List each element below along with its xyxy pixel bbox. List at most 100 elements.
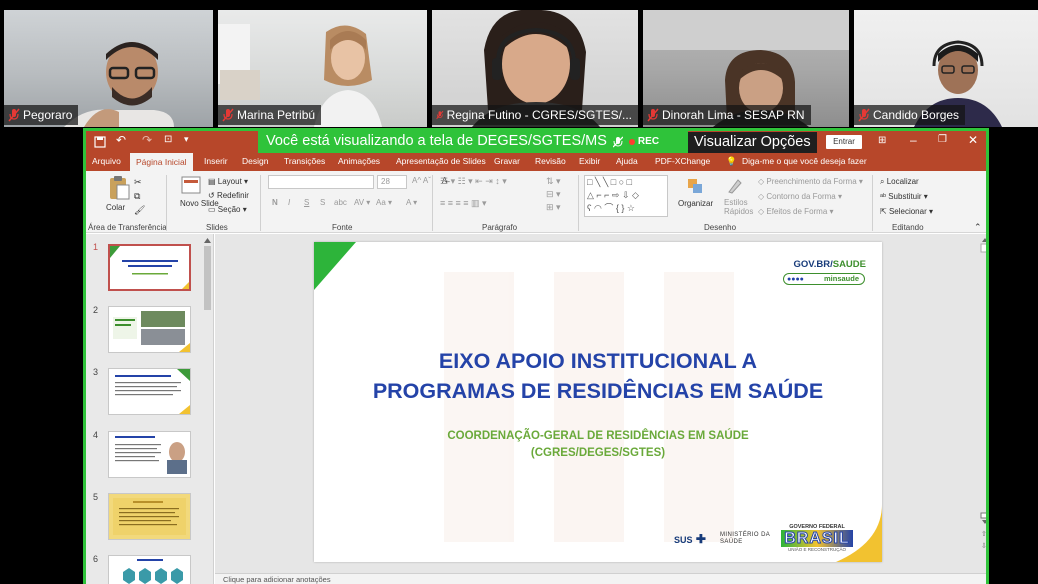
copy-icon[interactable]: ⧉ xyxy=(134,191,140,202)
tab-pagina-inicial[interactable]: Página Inicial xyxy=(130,153,193,171)
tab-apresentacao[interactable]: Apresentação de Slides xyxy=(396,156,486,166)
slide-thumbnail-6[interactable] xyxy=(108,555,191,584)
arrange-label[interactable]: Organizar xyxy=(678,199,713,208)
ribbon-home: Colar ✂ ⧉ 🖌 Área de Transferência Novo S… xyxy=(86,171,986,233)
paste-icon[interactable] xyxy=(108,175,130,201)
thumbnail-number: 1 xyxy=(93,242,99,252)
case-button[interactable]: Aa ▾ xyxy=(376,198,392,207)
close-icon[interactable]: ✕ xyxy=(968,133,978,147)
slide-subtitle: COORDENAÇÃO-GERAL DE RESIDÊNCIAS EM SAÚD… xyxy=(447,430,749,459)
tab-ajuda[interactable]: Ajuda xyxy=(616,156,638,166)
shape-effects-button[interactable]: ◇ Efeitos de Forma ▾ xyxy=(758,207,834,216)
replace-button[interactable]: ᵃᵇ Substituir ▾ xyxy=(880,192,928,201)
select-button[interactable]: ⇱ Selecionar ▾ xyxy=(880,207,933,216)
slide-scrollbar[interactable]: ⇧ ⇩ xyxy=(980,234,989,572)
shapes-gallery[interactable]: □ ╲ ╲ □ ○ □ △ ⌐ ⌐ ⇨ ⇩ ◇ ʕ ◠ ⌒ { } ☆ xyxy=(584,175,668,217)
tab-pdf-xchange[interactable]: PDF-XChange xyxy=(655,156,710,166)
font-family-select[interactable] xyxy=(268,175,374,189)
italic-button[interactable]: I xyxy=(288,198,290,207)
format-painter-icon[interactable]: 🖌 xyxy=(134,205,145,216)
editing-group-label: Editando xyxy=(892,223,924,232)
governo-federal-logo: GOVERNO FEDERAL BRASIL UNIÃO E RECONSTRU… xyxy=(781,524,853,552)
quick-styles-icon[interactable] xyxy=(726,177,744,195)
slide-thumbnail-2[interactable] xyxy=(108,306,191,353)
text-direction-icon[interactable]: ⇅ ▾ xyxy=(546,176,561,187)
thumbnail-scrollbar[interactable] xyxy=(203,236,212,584)
tab-exibir[interactable]: Exibir xyxy=(579,156,600,166)
smartart-icon[interactable]: ⊞ ▾ xyxy=(546,202,561,213)
ministry-logo: MINISTÉRIO DA SAÚDE xyxy=(720,532,770,545)
participant-nameplate: Dinorah Lima - SESAP RN xyxy=(643,105,811,125)
minimize-icon[interactable]: – xyxy=(910,133,917,147)
quick-styles-label[interactable]: Estilos Rápidos xyxy=(724,198,753,216)
tab-inserir[interactable]: Inserir xyxy=(204,156,228,166)
participant-nameplate: Regina Futino - CGRES/SGTES/... xyxy=(432,105,638,125)
redo-icon[interactable]: ↷ xyxy=(142,133,152,147)
tell-me-search[interactable]: Diga-me o que você deseja fazer xyxy=(742,156,867,166)
customize-toolbar-icon[interactable]: ▾ xyxy=(184,134,189,145)
slide-thumbnail-1[interactable] xyxy=(108,244,191,291)
strikethrough-button[interactable]: abc xyxy=(334,198,347,207)
bullets-icon[interactable]: ☰ ▾ ☷ ▾ ⇤ ⇥ ↕ ▾ xyxy=(440,176,507,187)
ribbon-divider xyxy=(578,175,579,231)
shape-outline-button[interactable]: ◇ Contorno da Forma ▾ xyxy=(758,192,842,201)
paste-label[interactable]: Colar xyxy=(106,203,125,212)
layout-button[interactable]: ▤ Layout ▾ xyxy=(208,177,248,186)
font-group-label: Fonte xyxy=(332,223,353,232)
sign-in-button[interactable]: Entrar xyxy=(826,135,862,149)
bold-button[interactable]: N xyxy=(272,198,278,207)
participant-video xyxy=(64,42,174,127)
shadow-button[interactable]: S xyxy=(320,198,325,207)
new-slide-icon[interactable] xyxy=(181,175,201,197)
participant-tile-candido[interactable]: Candido Borges xyxy=(854,10,1038,127)
thumbnail-number: 5 xyxy=(93,492,99,502)
align-icon[interactable]: ≡ ≡ ≡ ≡ ▥ ▾ xyxy=(440,198,487,209)
tab-animacoes[interactable]: Animações xyxy=(338,156,380,166)
ribbon-display-icon[interactable]: ⊞ xyxy=(878,135,886,146)
view-options-button[interactable]: Visualizar Opções xyxy=(688,132,817,153)
cut-icon[interactable]: ✂ xyxy=(134,177,142,188)
font-color-button[interactable]: A ▾ xyxy=(406,198,417,207)
participant-name: Marina Petribú xyxy=(237,108,316,122)
mic-muted-icon xyxy=(647,108,659,122)
participant-tile-pegoraro[interactable]: Pegoraro xyxy=(4,10,213,127)
slide-thumbnail-5[interactable] xyxy=(108,493,191,540)
slide-thumbnail-4[interactable] xyxy=(108,431,191,478)
participant-tile-dinorah[interactable]: Dinorah Lima - SESAP RN xyxy=(643,10,849,127)
thumbnail-number: 3 xyxy=(93,367,99,377)
section-button[interactable]: ▭ Seção ▾ xyxy=(208,205,247,214)
notes-pane[interactable]: Clique para adicionar anotações xyxy=(215,573,986,584)
tab-arquivo[interactable]: Arquivo xyxy=(92,156,121,166)
tab-design[interactable]: Design xyxy=(242,156,268,166)
reset-button[interactable]: ↺ Redefinir xyxy=(208,191,249,200)
present-icon[interactable]: ⊡ xyxy=(164,134,172,145)
tab-revisao[interactable]: Revisão xyxy=(535,156,566,166)
tab-gravar[interactable]: Gravar xyxy=(494,156,520,166)
mic-muted-icon xyxy=(222,108,234,122)
ribbon-divider xyxy=(260,175,261,231)
sus-logo: SUS ✚ xyxy=(674,532,706,546)
increase-font-icon[interactable]: A^ Aˇ xyxy=(412,176,431,185)
underline-button[interactable]: S xyxy=(304,198,309,207)
find-button[interactable]: ⌕ Localizar xyxy=(880,177,919,187)
font-size-select[interactable]: 28 xyxy=(377,175,407,189)
shape-fill-button[interactable]: ◇ Preenchimento da Forma ▾ xyxy=(758,177,863,186)
slides-group-label: Slides xyxy=(206,223,228,232)
participant-tile-regina[interactable]: Regina Futino - CGRES/SGTES/... xyxy=(432,10,638,127)
thumbnail-preview xyxy=(113,311,190,352)
participant-tile-marina[interactable]: Marina Petribú xyxy=(218,10,427,127)
align-text-icon[interactable]: ⊟ ▾ xyxy=(546,189,561,200)
save-icon[interactable] xyxy=(94,136,106,148)
current-slide[interactable]: GOV.BR/SAUDE ●●●● minsaude EIXO APOIO IN… xyxy=(314,242,882,562)
restore-icon[interactable]: ❐ xyxy=(938,134,947,145)
slide-editor: GOV.BR/SAUDE ●●●● minsaude EIXO APOIO IN… xyxy=(215,234,989,584)
arrange-icon[interactable] xyxy=(686,177,704,195)
participant-name: Pegoraro xyxy=(23,108,73,122)
slide-thumbnail-3[interactable] xyxy=(108,368,191,415)
thumbnail-preview xyxy=(110,246,189,289)
ribbon-divider xyxy=(872,175,873,231)
spacing-button[interactable]: AV ▾ xyxy=(354,198,370,207)
tab-transicoes[interactable]: Transições xyxy=(284,156,325,166)
collapse-ribbon-icon[interactable]: ⌃ xyxy=(974,222,982,233)
undo-icon[interactable]: ↶ xyxy=(116,133,126,147)
